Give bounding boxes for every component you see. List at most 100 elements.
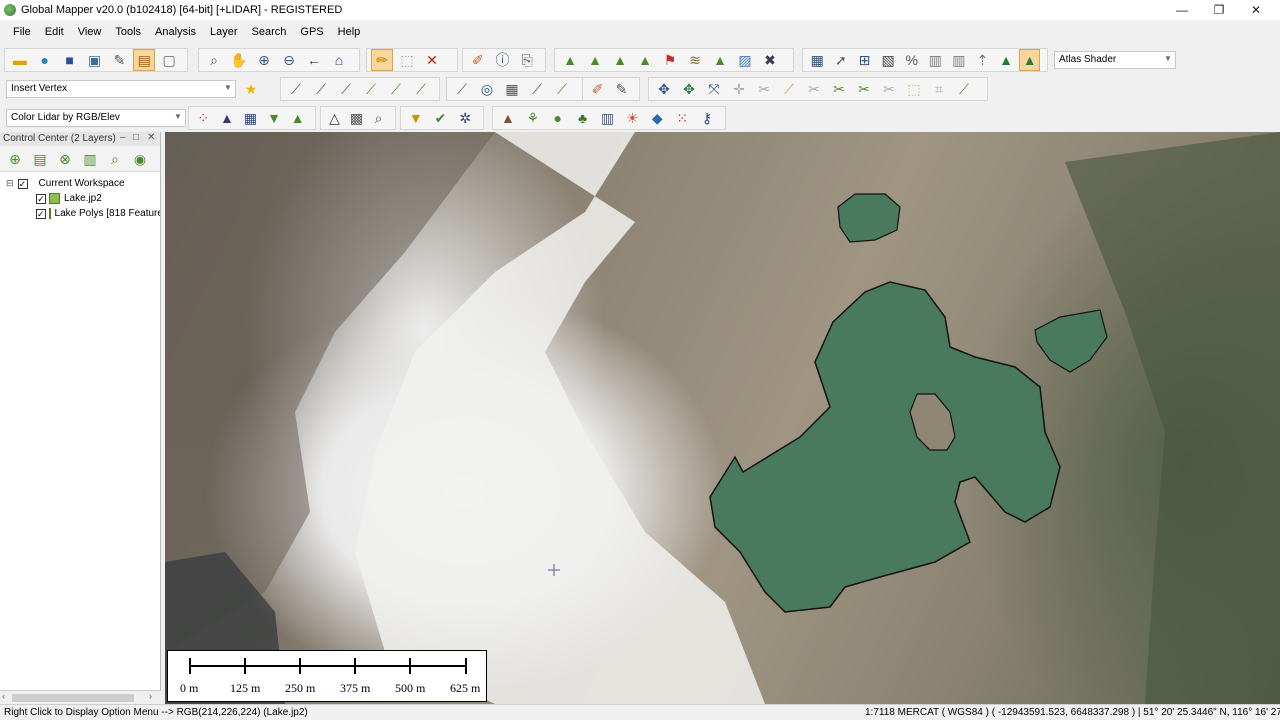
zoom-layer-icon[interactable]: ⌕ <box>104 148 126 170</box>
filter-icon[interactable]: ▼ <box>405 107 427 129</box>
home-icon[interactable]: ⌂ <box>328 49 350 71</box>
lidar-grid-icon[interactable]: ▦ <box>240 107 261 129</box>
cut-icon[interactable]: ✂ <box>753 78 775 100</box>
scroll-left-icon[interactable]: ‹ <box>2 691 5 701</box>
menu-search[interactable]: Search <box>245 26 294 38</box>
layer-checkbox[interactable]: ✓ <box>36 193 46 204</box>
terrain-shade-icon[interactable]: ▲ <box>634 49 656 71</box>
network-icon[interactable]: ✲ <box>454 107 476 129</box>
lake-polygon-small-east[interactable] <box>1034 309 1108 373</box>
select-box-icon[interactable]: ⬚ <box>396 49 418 71</box>
cross-move-icon[interactable]: ✛ <box>728 78 750 100</box>
globe-icon[interactable]: ● <box>34 49 56 71</box>
menu-help[interactable]: Help <box>331 26 368 38</box>
layers-stack-icon[interactable]: ≋ <box>684 49 706 71</box>
map-view[interactable]: 0 m 125 m 250 m 375 m 500 m 625 m <box>165 132 1280 704</box>
edit-pen-icon[interactable]: ✐ <box>587 78 608 100</box>
menu-analysis[interactable]: Analysis <box>148 26 203 38</box>
raster-icon[interactable]: ▥ <box>949 49 970 71</box>
shader-active-icon[interactable]: ▲ <box>1019 49 1041 71</box>
image-icon[interactable]: ▨ <box>734 49 756 71</box>
ground-icon[interactable]: ▲ <box>497 107 519 129</box>
layer-options-icon[interactable]: ▤ <box>29 148 51 170</box>
zoom-in-icon[interactable]: ⊕ <box>253 49 275 71</box>
reshape-icon[interactable]: ⟋ <box>451 78 473 100</box>
line-draw-icon[interactable]: ⟋ <box>285 78 307 100</box>
save-icon[interactable]: ■ <box>59 49 81 71</box>
cross-tool-icon[interactable]: ✖ <box>759 49 781 71</box>
add-layer-icon[interactable]: ⊕ <box>4 148 26 170</box>
scale-icon[interactable]: % <box>901 49 922 71</box>
crop-icon[interactable]: ⌗ <box>928 78 950 100</box>
lidar-search-icon[interactable]: ⌕ <box>369 107 388 129</box>
point-draw-icon[interactable]: ⟋ <box>526 78 548 100</box>
pan-hand-icon[interactable]: ✋ <box>228 49 250 71</box>
terrain-icon[interactable]: ▲ <box>559 49 581 71</box>
map-layout-icon[interactable]: ▦ <box>807 49 828 71</box>
area-draw-icon[interactable]: ⟋ <box>360 78 382 100</box>
layer-checkbox[interactable]: ✓ <box>36 208 46 219</box>
lidar-points-icon[interactable]: ⁘ <box>193 107 214 129</box>
panel-minimize-button[interactable]: – <box>120 132 126 143</box>
line-tool-icon[interactable]: ⟋ <box>778 78 800 100</box>
scroll-right-icon[interactable]: › <box>149 691 152 701</box>
zoom-rect-icon[interactable]: ⌕ <box>203 49 225 71</box>
split-icon[interactable]: ✂ <box>878 78 900 100</box>
remove-layer-icon[interactable]: ⊗ <box>54 148 76 170</box>
terrain-flag-icon[interactable]: ⚑ <box>659 49 681 71</box>
menu-view[interactable]: View <box>71 26 109 38</box>
scissor-area-icon[interactable]: ✂ <box>853 78 875 100</box>
config-icon[interactable]: ▢ <box>158 49 180 71</box>
grid-icon[interactable]: ▥ <box>925 49 946 71</box>
lidar-surface-icon[interactable]: ▼ <box>264 107 285 129</box>
area-edit-icon[interactable]: ⟋ <box>385 78 407 100</box>
lidar-terrain-icon[interactable]: ▲ <box>287 107 308 129</box>
bush-icon[interactable]: ● <box>547 107 569 129</box>
3d-view-icon[interactable]: ▧ <box>878 49 899 71</box>
menu-edit[interactable]: Edit <box>38 26 71 38</box>
panel-close-button[interactable]: ✕ <box>147 132 155 143</box>
info-icon[interactable]: ⓘ <box>492 49 514 71</box>
pointer-icon[interactable]: ➚ <box>831 49 852 71</box>
measure-line-icon[interactable]: ⟋ <box>953 78 975 100</box>
reshape-vertex-icon[interactable]: ⤧ <box>703 78 725 100</box>
tree-icon[interactable]: ♣ <box>572 107 594 129</box>
grid-draw-icon[interactable]: ▦ <box>501 78 523 100</box>
hatch-icon[interactable]: ▩ <box>347 107 366 129</box>
scissor-icon[interactable]: ✂ <box>828 78 850 100</box>
menu-layer[interactable]: Layer <box>203 26 245 38</box>
frame-icon[interactable]: ⊞ <box>854 49 875 71</box>
layer-row-lake-jp2[interactable]: ✓ Lake.jp2 <box>0 191 160 206</box>
area-split-icon[interactable]: ⟋ <box>410 78 432 100</box>
measure-ruler-icon[interactable]: ✐ <box>467 49 489 71</box>
key-icon[interactable]: ⚷ <box>696 107 718 129</box>
circle-draw-icon[interactable]: ◎ <box>476 78 498 100</box>
cut-line-icon[interactable]: ✂ <box>803 78 825 100</box>
shader-select[interactable]: Atlas Shader ▼ <box>1054 51 1176 69</box>
lidar-color-select[interactable]: Color Lidar by RGB/Elev ▼ <box>6 109 186 127</box>
shader-icon[interactable]: ▲ <box>996 49 1017 71</box>
terrain-grid-icon[interactable]: ▲ <box>709 49 731 71</box>
path-profile-icon[interactable]: ⎘ <box>516 49 538 71</box>
workspace-checkbox[interactable]: ✓ <box>17 178 28 189</box>
terrain-view-icon[interactable]: ▲ <box>609 49 631 71</box>
menu-tools[interactable]: Tools <box>108 26 148 38</box>
zoom-out-icon[interactable]: ⊖ <box>278 49 300 71</box>
delete-icon[interactable]: ✕ <box>421 49 443 71</box>
area-fill-icon[interactable]: ⟋ <box>551 78 573 100</box>
favorite-star-icon[interactable]: ★ <box>240 78 262 100</box>
workspace-row[interactable]: ⊟ ✓ Current Workspace <box>0 176 160 191</box>
edit-erase-icon[interactable]: ✎ <box>611 78 632 100</box>
line-split-icon[interactable]: ⟋ <box>335 78 357 100</box>
digitizer-mode-select[interactable]: Insert Vertex ▼ <box>6 80 236 98</box>
minimize-button[interactable]: — <box>1162 0 1202 20</box>
elevation-icon[interactable]: ⇡ <box>972 49 993 71</box>
triangle-icon[interactable]: △ <box>325 107 344 129</box>
water-drop-icon[interactable]: ◆ <box>646 107 668 129</box>
grass-icon[interactable]: ⚘ <box>522 107 544 129</box>
open-folder-icon[interactable]: ▬ <box>9 49 31 71</box>
tools-wrench-icon[interactable]: ✎ <box>108 49 130 71</box>
panel-restore-button[interactable]: □ <box>133 132 139 143</box>
layer-visibility-icon[interactable]: ◉ <box>129 148 151 170</box>
overlay-control-icon[interactable]: ▤ <box>133 49 156 71</box>
